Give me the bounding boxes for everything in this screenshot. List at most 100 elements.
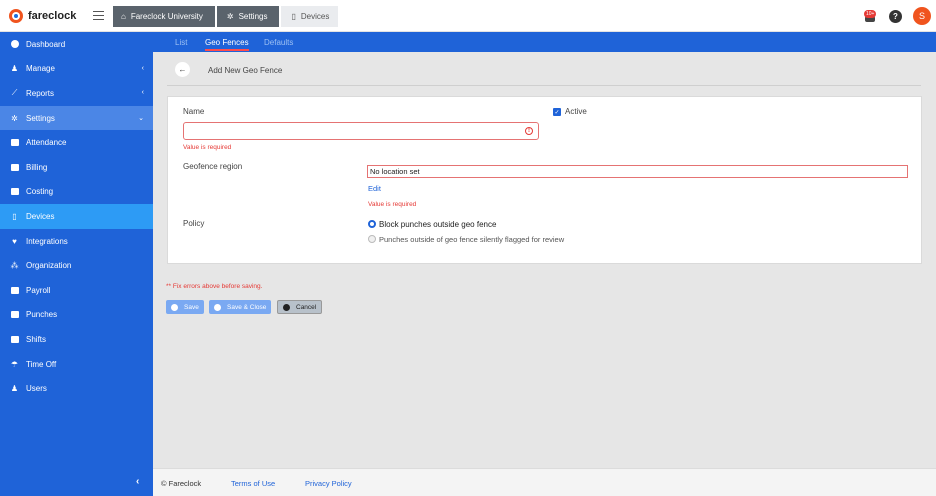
sidebar-item-users[interactable]: ♟ Users: [0, 376, 153, 401]
cancel-button-label: Cancel: [296, 303, 317, 311]
sidebar-item-label: Punches: [26, 310, 58, 320]
cancel-button[interactable]: Cancel: [277, 300, 323, 314]
geofence-region-label: Geofence region: [183, 162, 243, 171]
sidebar-item-attendance[interactable]: Attendance: [0, 130, 153, 155]
logo-icon: [9, 9, 23, 23]
sidebar-item-settings[interactable]: ✲ Settings ⌄: [0, 105, 153, 131]
policy-radio-block[interactable]: [368, 220, 376, 228]
calendar-icon: [10, 335, 19, 344]
plug-icon: ♥: [12, 236, 17, 246]
header-actions: 10+ ? S: [864, 7, 931, 25]
sidebar-item-label: Payroll: [26, 285, 51, 295]
sub-navigation: List Geo Fences Defaults: [153, 32, 936, 52]
geo-fence-form: Name ! Value is required ✓ Active Geofen…: [167, 96, 922, 264]
sidebar-item-billing[interactable]: Billing: [0, 155, 153, 180]
sidebar-item-label: Devices: [26, 211, 55, 221]
active-checkbox[interactable]: ✓: [553, 108, 561, 116]
calendar-icon: [10, 138, 19, 147]
save-icon: [171, 303, 178, 311]
sidebar-item-costing[interactable]: Costing: [0, 180, 153, 205]
save-button[interactable]: Save: [166, 300, 204, 314]
sidebar-item-label: Time Off: [26, 359, 57, 369]
breadcrumb-settings[interactable]: ✲ Settings: [216, 6, 280, 27]
gear-icon: ✲: [11, 113, 18, 123]
policy-label: Policy: [183, 219, 205, 228]
fareclock-logo[interactable]: fareclock: [9, 9, 76, 23]
collapse-sidebar-button[interactable]: ‹: [136, 476, 139, 487]
sidebar: Dashboard ♟ Manage ‹ ⟋ Reports ‹ ✲ Setti…: [0, 32, 153, 496]
sidebar-item-manage[interactable]: ♟ Manage ‹: [0, 57, 153, 82]
save-close-button[interactable]: Save & Close: [209, 300, 272, 314]
main-content: ← Add New Geo Fence Name ! Value is requ…: [153, 52, 936, 468]
name-error: Value is required: [183, 144, 232, 151]
sidebar-item-label: Manage: [26, 64, 55, 74]
user-icon: ♟: [10, 64, 19, 74]
breadcrumb-settings-label: Settings: [238, 12, 268, 21]
form-error-message: ** Fix errors above before saving.: [166, 283, 263, 290]
breadcrumb: ⌂ Fareclock University ✲ Settings ▯ Devi…: [113, 6, 340, 27]
save-button-label: Save: [184, 303, 199, 311]
terms-link[interactable]: Terms of Use: [231, 479, 275, 488]
money-icon: [10, 286, 19, 295]
policy-radio-flag[interactable]: [368, 235, 376, 243]
palette-icon: [10, 40, 19, 49]
privacy-link[interactable]: Privacy Policy: [305, 479, 352, 488]
breadcrumb-devices[interactable]: ▯ Devices: [281, 6, 339, 27]
gear-icon: ✲: [226, 12, 234, 21]
divider: [167, 85, 921, 86]
active-label: Active: [565, 107, 587, 116]
sidebar-item-label: Organization: [26, 261, 72, 271]
chevron-left-icon: ‹: [141, 89, 144, 97]
policy-option-flag[interactable]: Punches outside of geo fence silently fl…: [379, 235, 564, 244]
car-icon: [10, 310, 19, 319]
save-icon: [214, 303, 221, 311]
sidebar-item-organization[interactable]: ⁂ Organization: [0, 253, 153, 278]
name-input[interactable]: !: [183, 122, 539, 140]
sidebar-item-punches[interactable]: Punches: [0, 303, 153, 328]
sidebar-item-label: Billing: [26, 162, 48, 172]
edit-region-link[interactable]: Edit: [368, 184, 381, 193]
sidebar-item-integrations[interactable]: ♥ Integrations: [0, 229, 153, 254]
tab-list[interactable]: List: [175, 38, 187, 47]
sidebar-item-payroll[interactable]: Payroll: [0, 278, 153, 303]
sidebar-item-shifts[interactable]: Shifts: [0, 327, 153, 352]
sidebar-item-label: Shifts: [26, 334, 47, 344]
footer: © Fareclock Terms of Use Privacy Policy: [153, 468, 936, 496]
sidebar-item-label: Integrations: [26, 236, 68, 246]
breadcrumb-devices-label: Devices: [300, 12, 330, 21]
app-name: fareclock: [28, 10, 77, 22]
error-icon: !: [525, 127, 533, 135]
chart-icon: ⟋: [11, 88, 18, 98]
policy-option-block[interactable]: Block punches outside geo fence: [379, 220, 496, 229]
tab-geo-fences[interactable]: Geo Fences: [205, 38, 249, 51]
umbrella-icon: ☂: [10, 359, 19, 369]
back-button[interactable]: ←: [175, 62, 190, 77]
sidebar-item-devices[interactable]: ▯ Devices: [0, 204, 153, 229]
notifications-button[interactable]: 10+: [864, 9, 877, 23]
sidebar-item-label: Dashboard: [26, 39, 66, 49]
tablet-icon: ▯: [12, 211, 17, 221]
sidebar-item-label: Costing: [26, 187, 54, 197]
arrow-left-icon: ←: [178, 65, 187, 74]
name-label: Name: [183, 107, 205, 116]
menu-toggle-icon[interactable]: [93, 11, 104, 20]
avatar[interactable]: S: [913, 7, 931, 25]
home-icon: ⌂: [121, 12, 126, 21]
users-icon: ♟: [10, 384, 19, 394]
sidebar-item-dashboard[interactable]: Dashboard: [0, 32, 153, 57]
region-error: Value is required: [368, 201, 417, 208]
sidebar-item-reports[interactable]: ⟋ Reports ‹: [0, 81, 153, 106]
sidebar-item-label: Settings: [26, 113, 55, 123]
breadcrumb-org[interactable]: ⌂ Fareclock University: [113, 6, 215, 27]
folder-icon: [10, 187, 19, 196]
save-close-button-label: Save & Close: [227, 303, 267, 311]
page-title: Add New Geo Fence: [208, 66, 283, 75]
notification-badge: 10+: [864, 9, 877, 18]
geofence-region-field[interactable]: No location set: [367, 165, 908, 178]
sidebar-item-time-off[interactable]: ☂ Time Off: [0, 352, 153, 377]
help-button[interactable]: ?: [889, 9, 902, 23]
sidebar-item-label: Reports: [26, 88, 55, 98]
tab-defaults[interactable]: Defaults: [264, 38, 293, 47]
device-icon: ▯: [291, 12, 296, 21]
breadcrumb-org-label: Fareclock University: [130, 12, 203, 21]
